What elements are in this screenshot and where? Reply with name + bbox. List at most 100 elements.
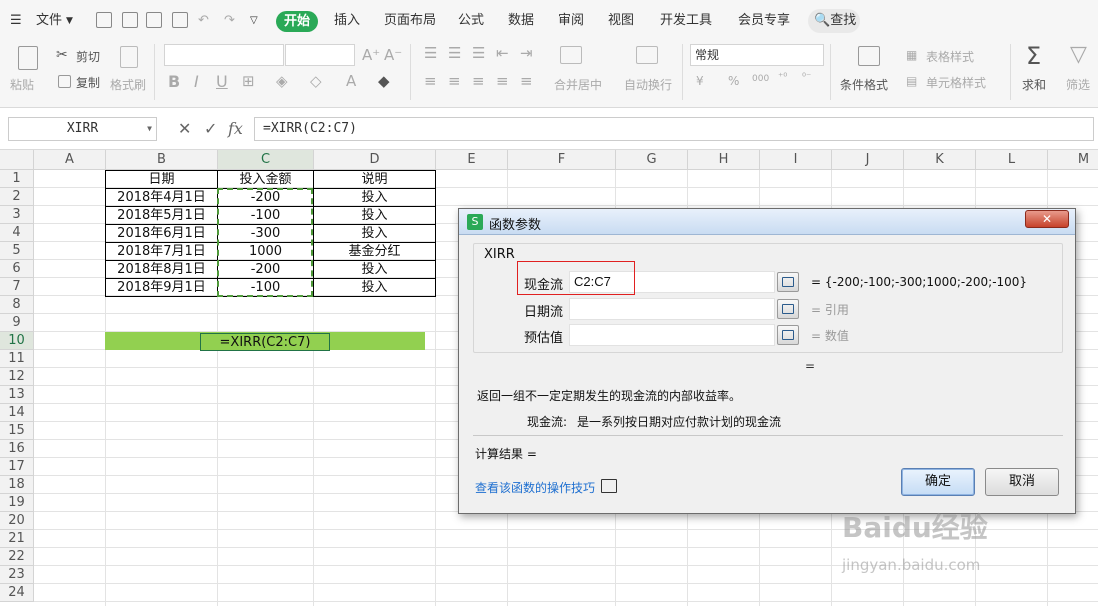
column-header[interactable]: J xyxy=(832,150,904,170)
row-header[interactable]: 17 xyxy=(0,458,34,476)
print-icon[interactable] xyxy=(146,12,162,28)
range-select-button[interactable] xyxy=(777,272,799,292)
range-select-button[interactable] xyxy=(777,299,799,319)
confirm-icon[interactable]: ✓ xyxy=(204,119,217,138)
distributed-icon[interactable]: ≡ xyxy=(520,72,533,90)
table-cell[interactable]: 投入 xyxy=(314,279,435,297)
row-header[interactable]: 21 xyxy=(0,530,34,548)
copy-icon[interactable] xyxy=(58,75,71,88)
increase-decimal-icon[interactable]: ⁺⁰ xyxy=(778,72,787,83)
filter-icon[interactable]: ▽ xyxy=(1070,42,1087,67)
tab-home[interactable]: 开始 xyxy=(276,11,318,32)
align-right-icon[interactable]: ≡ xyxy=(472,72,485,90)
font-size-select[interactable] xyxy=(285,44,355,66)
dialog-titlebar[interactable]: S 函数参数 ✕ xyxy=(459,209,1075,235)
row-header[interactable]: 8 xyxy=(0,296,34,314)
merge-center-icon[interactable] xyxy=(560,46,582,64)
help-link[interactable]: 查看该函数的操作技巧 xyxy=(475,479,595,496)
italic-icon[interactable]: I xyxy=(194,72,199,91)
column-header[interactable]: H xyxy=(688,150,760,170)
column-header[interactable]: I xyxy=(760,150,832,170)
font-name-select[interactable] xyxy=(164,44,284,66)
paste-icon[interactable] xyxy=(18,46,38,70)
text-color-icon[interactable]: A xyxy=(346,72,356,90)
merge-center-button[interactable]: 合并居中 xyxy=(554,76,602,93)
align-top-icon[interactable]: ☰ xyxy=(424,44,437,62)
format-painter-button[interactable]: 格式刷 xyxy=(110,76,146,93)
row-header[interactable]: 13 xyxy=(0,386,34,404)
row-header[interactable]: 16 xyxy=(0,440,34,458)
table-cell[interactable]: 2018年5月1日 xyxy=(106,207,217,225)
underline-icon[interactable]: U xyxy=(216,72,228,91)
header-date[interactable]: 日期 xyxy=(106,171,217,189)
conditional-format-icon[interactable] xyxy=(858,46,880,66)
table-cell[interactable]: 投入 xyxy=(314,207,435,225)
row-header[interactable]: 4 xyxy=(0,224,34,242)
file-menu[interactable]: 文件 xyxy=(36,11,62,31)
row-header[interactable]: 22 xyxy=(0,548,34,566)
menu-icon[interactable]: ☰ xyxy=(10,11,22,31)
tab-review[interactable]: 审阅 xyxy=(558,11,584,31)
column-header[interactable]: K xyxy=(904,150,976,170)
paste-button[interactable]: 粘贴 xyxy=(10,76,34,93)
row-header[interactable]: 15 xyxy=(0,422,34,440)
name-box[interactable]: XIRR ▼ xyxy=(8,117,157,141)
clear-format-icon[interactable]: ◆ xyxy=(378,72,390,90)
table-cell[interactable]: 投入 xyxy=(314,261,435,279)
justify-icon[interactable]: ≡ xyxy=(496,72,509,90)
range-select-button[interactable] xyxy=(777,325,799,345)
row-header[interactable]: 9 xyxy=(0,314,34,332)
align-center-icon[interactable]: ≡ xyxy=(448,72,461,90)
align-middle-icon[interactable]: ☰ xyxy=(448,44,461,62)
cancel-button[interactable]: 取消 xyxy=(985,468,1059,496)
row-header[interactable]: 23 xyxy=(0,566,34,584)
table-cell[interactable]: 基金分红 xyxy=(314,243,435,261)
formula-input[interactable]: =XIRR(C2:C7) xyxy=(254,117,1094,141)
column-header[interactable]: B xyxy=(106,150,218,170)
cell-style-icon[interactable]: ▤ xyxy=(906,74,917,88)
row-header[interactable]: 14 xyxy=(0,404,34,422)
table-cell[interactable]: 投入 xyxy=(314,225,435,243)
font-shrink-icon[interactable]: A⁻ xyxy=(384,46,402,64)
copy-button[interactable]: 复制 xyxy=(76,74,100,91)
decrease-decimal-icon[interactable]: ⁰⁻ xyxy=(802,72,811,83)
arg-input-guess[interactable] xyxy=(569,324,775,346)
tab-member[interactable]: 会员专享 xyxy=(738,11,790,31)
row-header[interactable]: 3 xyxy=(0,206,34,224)
column-header[interactable]: E xyxy=(436,150,508,170)
row-header[interactable]: 6 xyxy=(0,260,34,278)
font-grow-icon[interactable]: A⁺ xyxy=(362,46,380,64)
active-cell-c10[interactable]: =XIRR(C2:C7) xyxy=(200,333,330,351)
border-icon[interactable]: ⊞ xyxy=(242,72,255,90)
print-preview-icon[interactable] xyxy=(172,12,188,28)
column-header[interactable]: L xyxy=(976,150,1048,170)
table-cell[interactable]: 2018年6月1日 xyxy=(106,225,217,243)
cell-style-button[interactable]: 单元格样式 xyxy=(926,74,986,91)
table-style-button[interactable]: 表格样式 xyxy=(926,48,974,65)
row-header[interactable]: 19 xyxy=(0,494,34,512)
tab-view[interactable]: 视图 xyxy=(608,11,634,31)
table-cell[interactable]: 投入 xyxy=(314,189,435,207)
tab-developer[interactable]: 开发工具 xyxy=(660,11,712,31)
select-all-corner[interactable] xyxy=(0,150,34,170)
thousands-icon[interactable]: 000 xyxy=(752,74,769,84)
column-header[interactable]: D xyxy=(314,150,436,170)
font-color-icon[interactable]: ◇ xyxy=(310,72,322,90)
arg-input-dates[interactable] xyxy=(569,298,775,320)
conditional-format-button[interactable]: 条件格式 xyxy=(840,76,888,93)
tab-data[interactable]: 数据 xyxy=(508,11,534,31)
row-header[interactable]: 2 xyxy=(0,188,34,206)
fx-icon[interactable]: fx xyxy=(228,119,243,138)
row-header[interactable]: 18 xyxy=(0,476,34,494)
chevron-down-icon[interactable]: ▼ xyxy=(147,118,152,140)
wrap-text-button[interactable]: 自动换行 xyxy=(624,76,672,93)
save-icon[interactable] xyxy=(96,12,112,28)
align-bottom-icon[interactable]: ☰ xyxy=(472,44,485,62)
table-style-icon[interactable]: ▦ xyxy=(906,48,917,62)
table-cell[interactable]: 2018年4月1日 xyxy=(106,189,217,207)
column-header[interactable]: C xyxy=(218,150,314,170)
row-header[interactable]: 1 xyxy=(0,170,34,188)
search-box[interactable]: 🔍查找 xyxy=(808,9,860,33)
quick-access-more-icon[interactable]: ▽ xyxy=(250,11,258,31)
row-header[interactable]: 24 xyxy=(0,584,34,602)
